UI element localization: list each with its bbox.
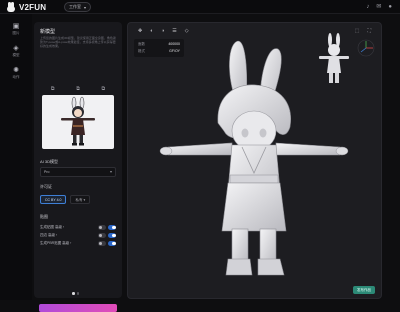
model-section-label: AI 3D模型 bbox=[40, 159, 59, 164]
toggle-label: 生成贴图 高级 › bbox=[40, 225, 65, 229]
reference-image-thumbnail[interactable] bbox=[42, 95, 114, 149]
chevron-down-icon: ▾ bbox=[109, 169, 112, 174]
left-nav: ▣ 图片 ◈ 模型 ✺ 动作 bbox=[0, 14, 32, 300]
license-section-label: 许可证 bbox=[40, 184, 52, 189]
nav-label: 动作 bbox=[12, 75, 20, 79]
character-reference-image bbox=[61, 96, 95, 146]
nav-item-image[interactable]: ▣ 图片 bbox=[3, 22, 29, 36]
workspace-select[interactable]: 工作室 ▾ bbox=[64, 2, 92, 12]
publish-button[interactable]: 发布作品 bbox=[353, 286, 375, 294]
toggle-row-texture: 生成贴图 高级 › bbox=[40, 225, 116, 231]
bell-icon[interactable]: ♪ bbox=[366, 3, 369, 11]
toggle-switch-b[interactable] bbox=[108, 233, 116, 238]
texture-section-label: 贴图 bbox=[40, 214, 48, 219]
license-options: CC BY 4.0 私有 ▾ bbox=[40, 195, 91, 204]
logo-text: V2FUN bbox=[19, 2, 47, 12]
model-select[interactable]: Pro ▾ bbox=[40, 167, 116, 177]
settings-panel: 新模型 上传您的图片生成3D模型，建议使用正面全身图，角色姿势为T-pose或A… bbox=[34, 22, 122, 312]
page-indicator bbox=[72, 292, 79, 295]
app-logo[interactable]: V2FUN bbox=[6, 2, 46, 12]
cube-icon: ◈ bbox=[13, 45, 19, 52]
top-bar: V2FUN 工作室 ▾ ♪ ✉ ● bbox=[0, 0, 400, 14]
panel-title: 新模型 bbox=[40, 29, 56, 35]
image-icon: ▣ bbox=[12, 23, 20, 30]
nav-item-motion[interactable]: ✺ 动作 bbox=[3, 66, 29, 80]
page-dot[interactable] bbox=[72, 292, 75, 295]
toggle-label: 生成PBR贴图 高级 › bbox=[40, 241, 72, 245]
panel-description: 上传您的图片生成3D模型，建议使用正面全身图，角色姿势为T-pose或A-pos… bbox=[40, 36, 116, 48]
toggle-switch-b[interactable] bbox=[108, 241, 116, 246]
axis-gizmo-icon[interactable] bbox=[357, 39, 375, 57]
model-viewport[interactable]: ✥ ◐ ◑ ☰ ◇ ⬚ ⛶ 面数 400000 格式 GF/OY 发布作品 bbox=[127, 22, 382, 299]
chevron-down-icon: ▾ bbox=[84, 4, 87, 10]
toggle-switch-b[interactable] bbox=[108, 225, 116, 230]
user-icon[interactable]: ● bbox=[388, 3, 392, 11]
generate-button[interactable] bbox=[39, 304, 117, 312]
toggle-label: 四边 高级 › bbox=[40, 233, 58, 237]
top-icons: ♪ ✉ ● bbox=[366, 3, 392, 11]
view-tab-side[interactable]: ⧉ bbox=[76, 86, 80, 92]
toggle-group bbox=[98, 233, 116, 238]
bunny-logo-icon bbox=[6, 2, 16, 12]
model-select-value: Pro bbox=[44, 170, 50, 174]
view-tabs: ⧉ ⧉ ⧉ bbox=[40, 86, 116, 92]
toggle-switch-a[interactable] bbox=[98, 241, 106, 246]
gift-icon[interactable]: ✉ bbox=[376, 3, 381, 11]
toggle-row-quad: 四边 高级 › bbox=[40, 233, 116, 239]
motion-icon: ✺ bbox=[13, 67, 19, 74]
toggle-group bbox=[98, 241, 116, 246]
page-dot[interactable] bbox=[76, 292, 79, 295]
toggle-row-pbr: 生成PBR贴图 高级 › bbox=[40, 241, 116, 247]
toggle-switch-a[interactable] bbox=[98, 225, 106, 230]
nav-label: 图片 bbox=[12, 31, 20, 35]
view-tab-back[interactable]: ⧉ bbox=[102, 86, 106, 92]
view-tab-front[interactable]: ⧉ bbox=[51, 86, 55, 92]
toggle-group bbox=[98, 225, 116, 230]
workspace-label: 工作室 bbox=[69, 4, 81, 9]
toggle-switch-a[interactable] bbox=[98, 233, 106, 238]
license-cc-button[interactable]: CC BY 4.0 bbox=[40, 195, 67, 204]
nav-item-model[interactable]: ◈ 模型 bbox=[3, 44, 29, 58]
mini-model-preview[interactable] bbox=[314, 31, 356, 89]
nav-label: 模型 bbox=[12, 53, 20, 57]
license-private-button[interactable]: 私有 ▾ bbox=[70, 195, 91, 204]
